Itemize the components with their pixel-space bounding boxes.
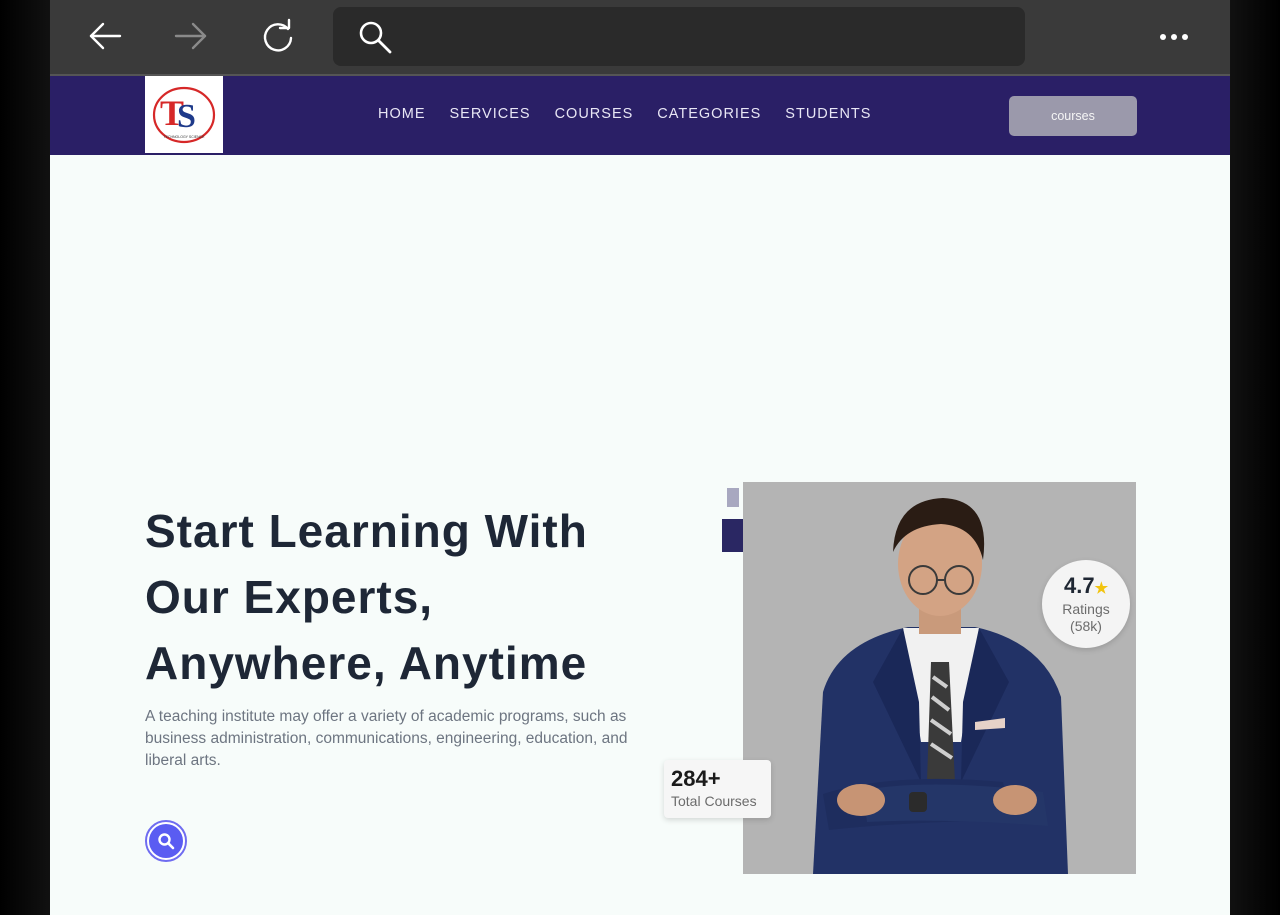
browser-window: T S TECHNOLOGY SCIENCE HOME SERVICES COU…	[50, 0, 1230, 915]
screen-bezel-right	[1230, 0, 1280, 915]
more-horizontal-icon	[1160, 34, 1166, 40]
reload-button[interactable]	[256, 14, 300, 58]
search-icon	[359, 21, 392, 54]
rating-count: (58k)	[1070, 618, 1102, 634]
nav-home[interactable]: HOME	[378, 106, 426, 122]
hero-search-button[interactable]	[145, 820, 187, 862]
nav-courses[interactable]: COURSES	[555, 106, 634, 122]
forward-button[interactable]	[169, 14, 213, 58]
more-menu-button[interactable]	[1152, 20, 1196, 54]
hero-title-line: Our Experts,	[145, 571, 434, 623]
total-courses-badge: 284+ Total Courses	[664, 760, 771, 818]
courses-button[interactable]: courses	[1009, 96, 1137, 136]
hero-title-line: Start Learning With	[145, 505, 588, 557]
hero-description: A teaching institute may offer a variety…	[145, 708, 628, 769]
total-courses-label: Total Courses	[671, 793, 757, 809]
nav-students[interactable]: STUDENTS	[785, 106, 871, 122]
ts-logo-icon: T S TECHNOLOGY SCIENCE	[152, 86, 216, 143]
nav-services[interactable]: SERVICES	[450, 106, 531, 122]
rating-badge: 4.7★ Ratings (58k)	[1042, 560, 1130, 648]
browser-toolbar	[50, 0, 1230, 76]
hero-title-line: Anywhere, Anytime	[145, 637, 588, 689]
arrow-right-icon	[174, 22, 207, 50]
rating-score: 4.7	[1063, 573, 1095, 598]
total-courses-count: 284+	[671, 766, 721, 791]
search-icon	[158, 833, 175, 850]
instructor-photo	[743, 482, 1136, 874]
star-icon: ★	[1094, 580, 1109, 597]
nav-categories[interactable]: CATEGORIES	[657, 106, 761, 122]
svg-text:TECHNOLOGY SCIENCE: TECHNOLOGY SCIENCE	[164, 135, 206, 139]
address-bar[interactable]	[333, 7, 1025, 66]
main-nav: HOME SERVICES COURSES CATEGORIES STUDENT…	[378, 106, 871, 122]
arrow-left-icon	[89, 22, 122, 50]
hero-title: Start Learning With Our Experts, Anywher…	[145, 498, 665, 696]
back-button[interactable]	[83, 14, 127, 58]
svg-text:S: S	[177, 98, 196, 135]
site-header: T S TECHNOLOGY SCIENCE HOME SERVICES COU…	[50, 76, 1230, 155]
site-logo[interactable]: T S TECHNOLOGY SCIENCE	[145, 76, 223, 153]
address-input[interactable]	[405, 17, 1009, 57]
person-illustration	[743, 482, 1136, 874]
reload-icon	[263, 18, 293, 52]
screen-bezel-left	[0, 0, 50, 915]
rating-label: Ratings	[1062, 601, 1110, 617]
